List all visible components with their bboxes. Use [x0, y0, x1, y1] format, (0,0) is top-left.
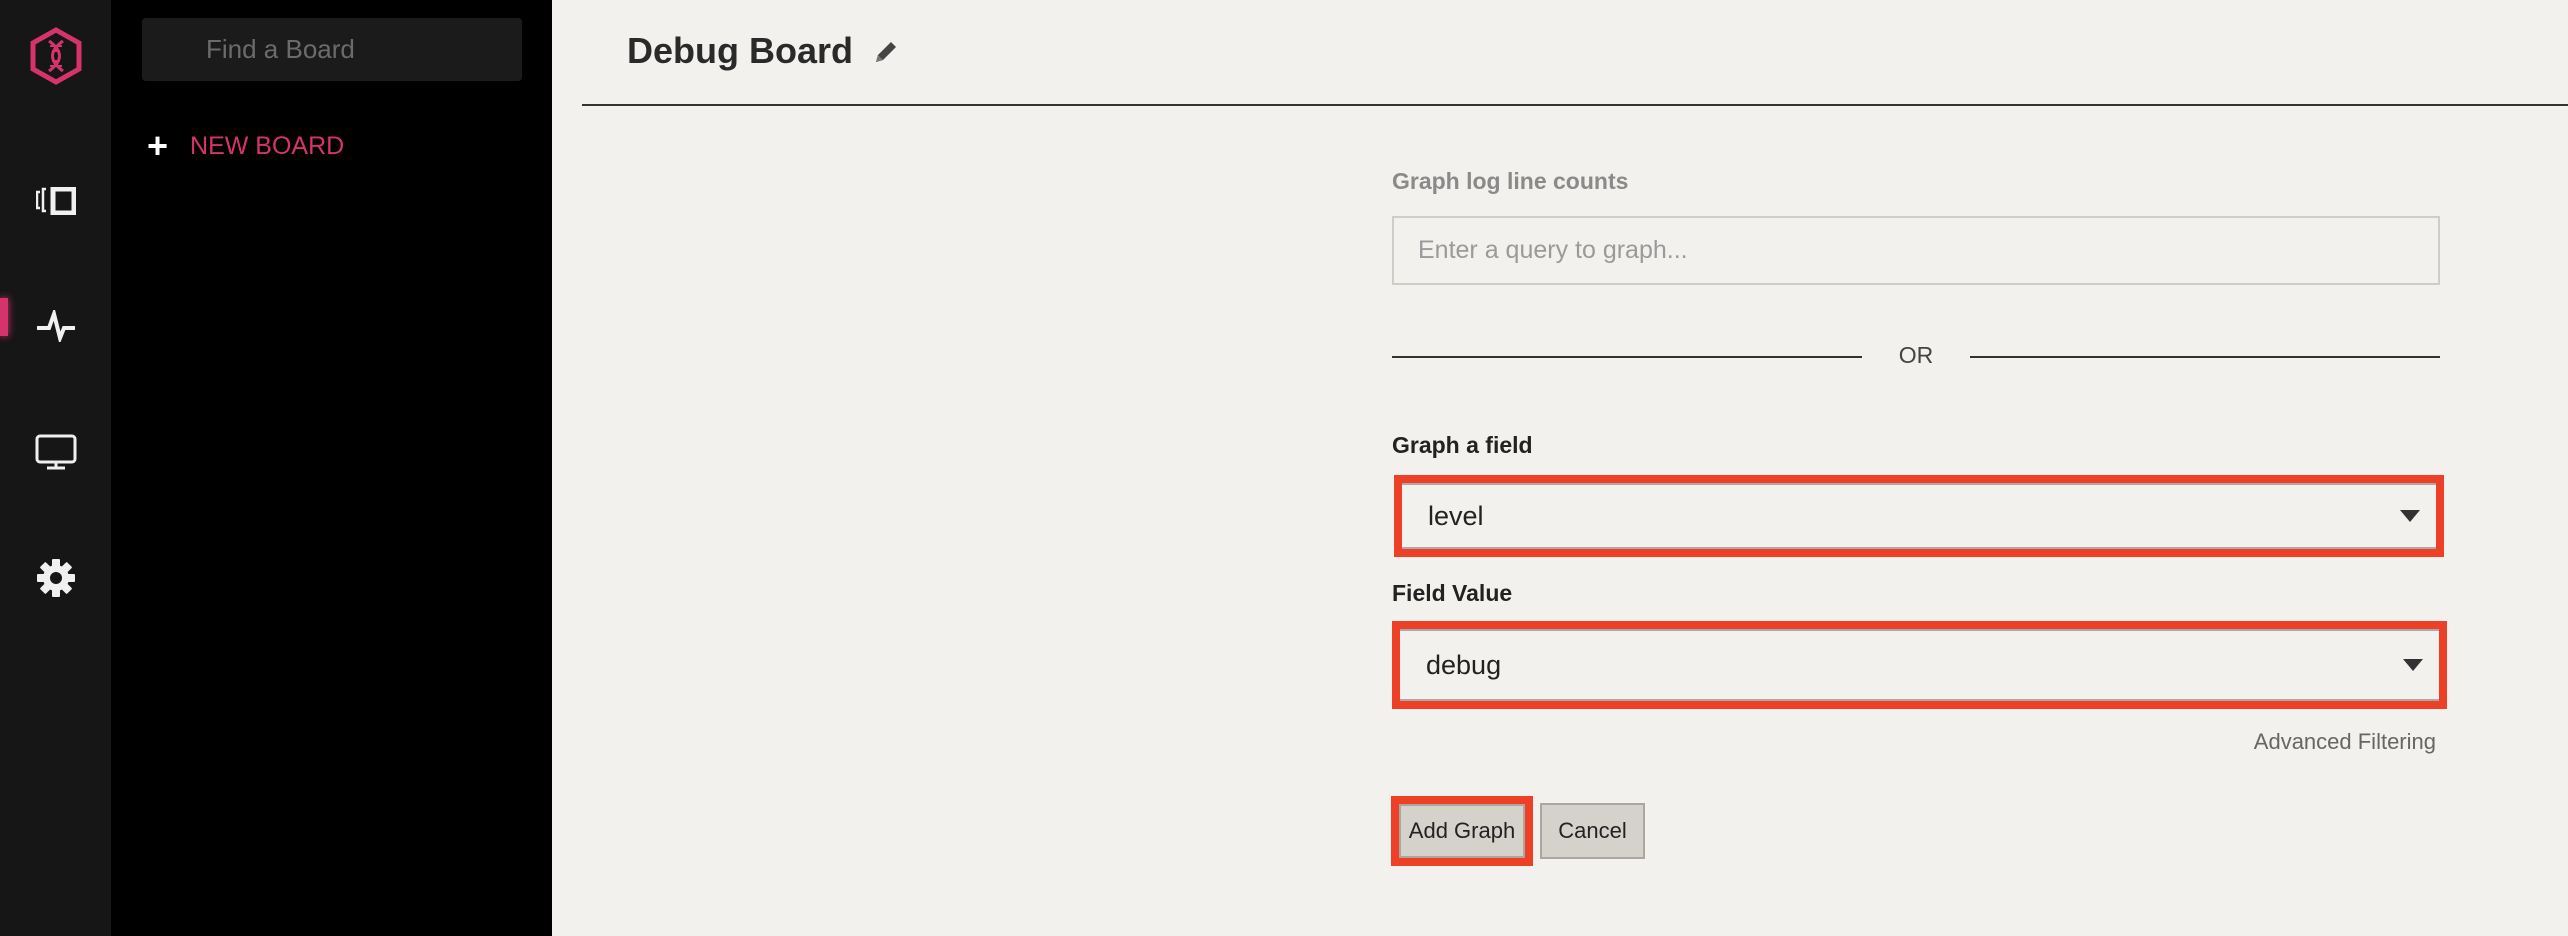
boards-icon[interactable]: [28, 173, 84, 229]
chevron-down-icon: [2403, 659, 2423, 671]
gear-icon[interactable]: [28, 550, 84, 606]
query-label: Graph log line counts: [1392, 168, 1629, 194]
plus-icon: +: [147, 125, 169, 166]
active-indicator: [0, 298, 8, 336]
field-value-label: Field Value: [1392, 580, 1513, 606]
or-divider: OR: [1392, 342, 2440, 372]
field-select[interactable]: level: [1394, 475, 2444, 557]
board-panel: + NEW BOARD: [111, 0, 552, 936]
advanced-filtering-link[interactable]: Advanced Filtering: [2254, 729, 2436, 755]
field-value-select[interactable]: debug: [1392, 621, 2447, 709]
pulse-icon[interactable]: [28, 298, 84, 354]
add-graph-button[interactable]: Add Graph: [1399, 804, 1525, 858]
icon-rail: [0, 0, 111, 936]
cancel-button[interactable]: Cancel: [1540, 803, 1645, 859]
page-title: Debug Board: [627, 30, 854, 71]
query-input[interactable]: [1392, 216, 2440, 285]
chevron-down-icon: [2400, 510, 2420, 522]
board-header: Debug Board: [582, 0, 2568, 106]
field-select-value: level: [1428, 500, 1484, 531]
field-label: Graph a field: [1392, 432, 1533, 458]
field-value-select-value: debug: [1426, 649, 1502, 680]
pencil-icon[interactable]: [872, 38, 900, 71]
logo-icon[interactable]: [28, 27, 84, 85]
new-board-label: NEW BOARD: [190, 131, 345, 160]
new-board-button[interactable]: + NEW BOARD: [147, 128, 344, 164]
monitor-icon[interactable]: [28, 424, 84, 480]
add-graph-highlight: Add Graph: [1391, 796, 1533, 866]
find-board-input[interactable]: [142, 18, 522, 81]
